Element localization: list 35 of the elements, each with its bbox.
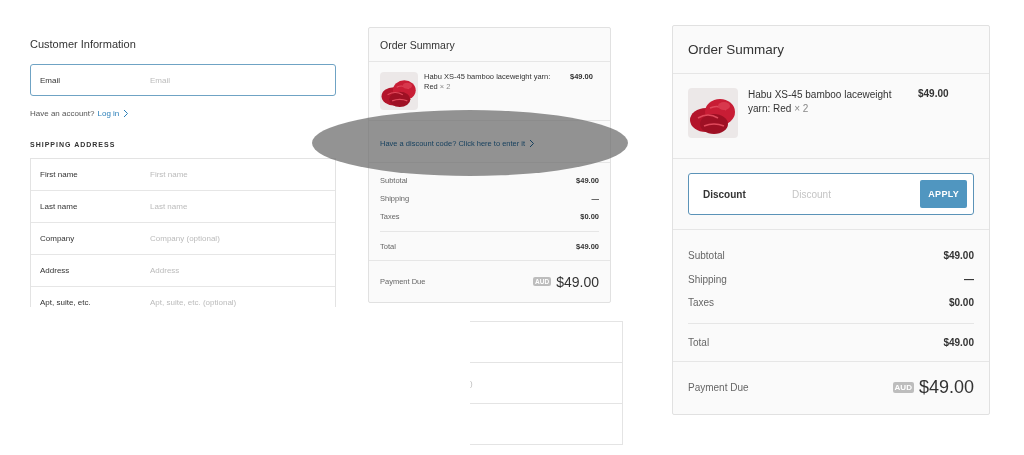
login-link[interactable]: Log in — [97, 109, 130, 118]
item-name: Habu XS-45 bamboo laceweight yarn: Red × 2 — [748, 88, 893, 115]
email-input[interactable]: Email — [150, 75, 335, 85]
line-label: Shipping — [688, 273, 727, 285]
total-value: $49.00 — [943, 336, 974, 348]
field-label: Email — [39, 75, 61, 85]
field-label: Discount — [703, 188, 747, 200]
payment-amount: $49.00 — [918, 377, 974, 398]
item-price: $49.00 — [918, 88, 949, 99]
discount-input[interactable]: Discount — [792, 188, 921, 200]
payment-amount: $49.00 — [556, 273, 599, 290]
line-value: $0.00 — [948, 297, 974, 309]
card-title: Order Summary — [673, 26, 989, 74]
section-title: Customer Information — [30, 38, 137, 50]
line-label: Taxes — [688, 297, 715, 309]
field-text-fragment: ) — [470, 378, 473, 388]
account-prompt: Have an account? — [30, 109, 95, 118]
line-value: $49.00 — [943, 250, 974, 262]
payment-due-label: Payment Due — [688, 382, 749, 393]
apply-button[interactable]: APPLY — [920, 180, 967, 208]
address-input[interactable]: Address — [150, 266, 335, 275]
address-input[interactable]: Company (optional) — [150, 234, 335, 243]
line-value: — — [964, 273, 974, 285]
discount-field[interactable]: Discount Discount APPLY — [688, 173, 974, 215]
field-label: Address — [39, 266, 71, 275]
total-label: Total — [688, 336, 710, 348]
card-title: Order Summary — [369, 28, 610, 62]
currency-badge: AUD — [892, 382, 914, 393]
line-label: Subtotal — [688, 250, 725, 262]
chevron-right-icon — [123, 109, 130, 118]
email-field[interactable]: Email Email — [30, 64, 336, 96]
field-label: Company — [39, 234, 76, 243]
field-label: Last name — [39, 202, 79, 211]
field-label: Apt, suite, etc. — [39, 298, 92, 307]
field-label: First name — [39, 170, 79, 179]
